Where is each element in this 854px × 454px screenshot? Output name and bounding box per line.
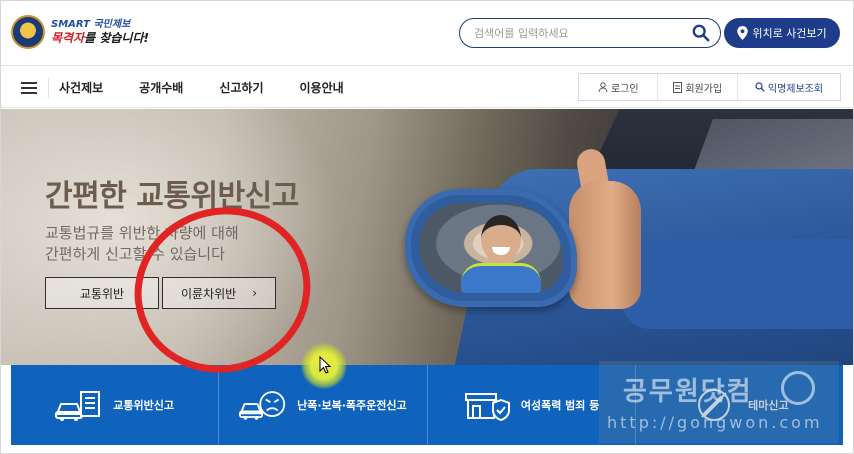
nav-item-report-now[interactable]: 신고하기	[219, 79, 263, 96]
nav-item-wanted[interactable]: 공개수배	[139, 79, 183, 96]
login-link[interactable]: 로그인	[579, 74, 659, 100]
search-icon[interactable]	[692, 24, 710, 42]
quick-item-traffic-report[interactable]: 교통위반신고	[11, 365, 220, 445]
location-view-button[interactable]: 위치로 사건보기	[724, 18, 840, 48]
gnb-menu: 사건제보 공개수배 신고하기 이용안내	[59, 79, 380, 96]
angry-car-icon	[239, 391, 286, 420]
car-document-icon	[55, 391, 101, 421]
thumbs-up-hand	[569, 181, 641, 309]
watermark-seal-icon	[781, 371, 815, 405]
signup-link[interactable]: 회원가입	[658, 74, 738, 100]
mouse-cursor-icon	[319, 356, 332, 374]
menu-icon[interactable]	[13, 78, 49, 98]
search-box	[459, 18, 721, 48]
hero-banner: 간편한 교통위반신고 교통법규를 위반한 차량에 대해 간편하게 신고할 수 있…	[1, 109, 853, 365]
quick-item-label: 교통위반신고	[113, 399, 174, 412]
utility-menu: 로그인 회원가입 익명제보조회	[578, 73, 841, 101]
quick-item-label: 여성폭력 범죄 등	[520, 399, 600, 412]
quick-item-label: 난폭·보복·폭주운전신고	[297, 399, 407, 412]
watermark-url: http://gongwon.com	[607, 413, 823, 432]
side-mirror-photo	[405, 189, 577, 307]
watermark-text: 공무원닷컴	[623, 377, 753, 407]
store-shield-icon	[464, 393, 510, 422]
police-emblem-icon	[11, 15, 45, 49]
nav-item-report[interactable]: 사건제보	[59, 79, 103, 96]
person-icon	[598, 82, 608, 92]
document-icon	[673, 81, 683, 93]
magnifier-icon	[755, 82, 765, 92]
nav-item-guide[interactable]: 이용안내	[300, 79, 344, 96]
smiling-man-reflection	[481, 215, 521, 263]
logo-title: 목격자를 찾습니다!	[51, 31, 149, 45]
map-pin-icon	[737, 26, 749, 40]
hero-title: 간편한 교통위반신고	[45, 179, 299, 214]
location-button-label: 위치로 사건보기	[752, 27, 827, 40]
logo-tagline: SMART 국민제보	[51, 19, 131, 30]
top-header: SMART 국민제보 목격자를 찾습니다! 위치로 사건보기	[1, 1, 853, 65]
browser-viewport: SMART 국민제보 목격자를 찾습니다! 위치로 사건보기 사건제보 공	[0, 0, 854, 454]
main-nav: 사건제보 공개수배 신고하기 이용안내 로그인 회원가입 익명제보조회	[1, 65, 853, 108]
site-logo[interactable]: SMART 국민제보 목격자를 찾습니다!	[11, 15, 149, 49]
anonymous-report-lookup-link[interactable]: 익명제보조회	[738, 74, 840, 100]
search-input[interactable]	[474, 24, 684, 42]
